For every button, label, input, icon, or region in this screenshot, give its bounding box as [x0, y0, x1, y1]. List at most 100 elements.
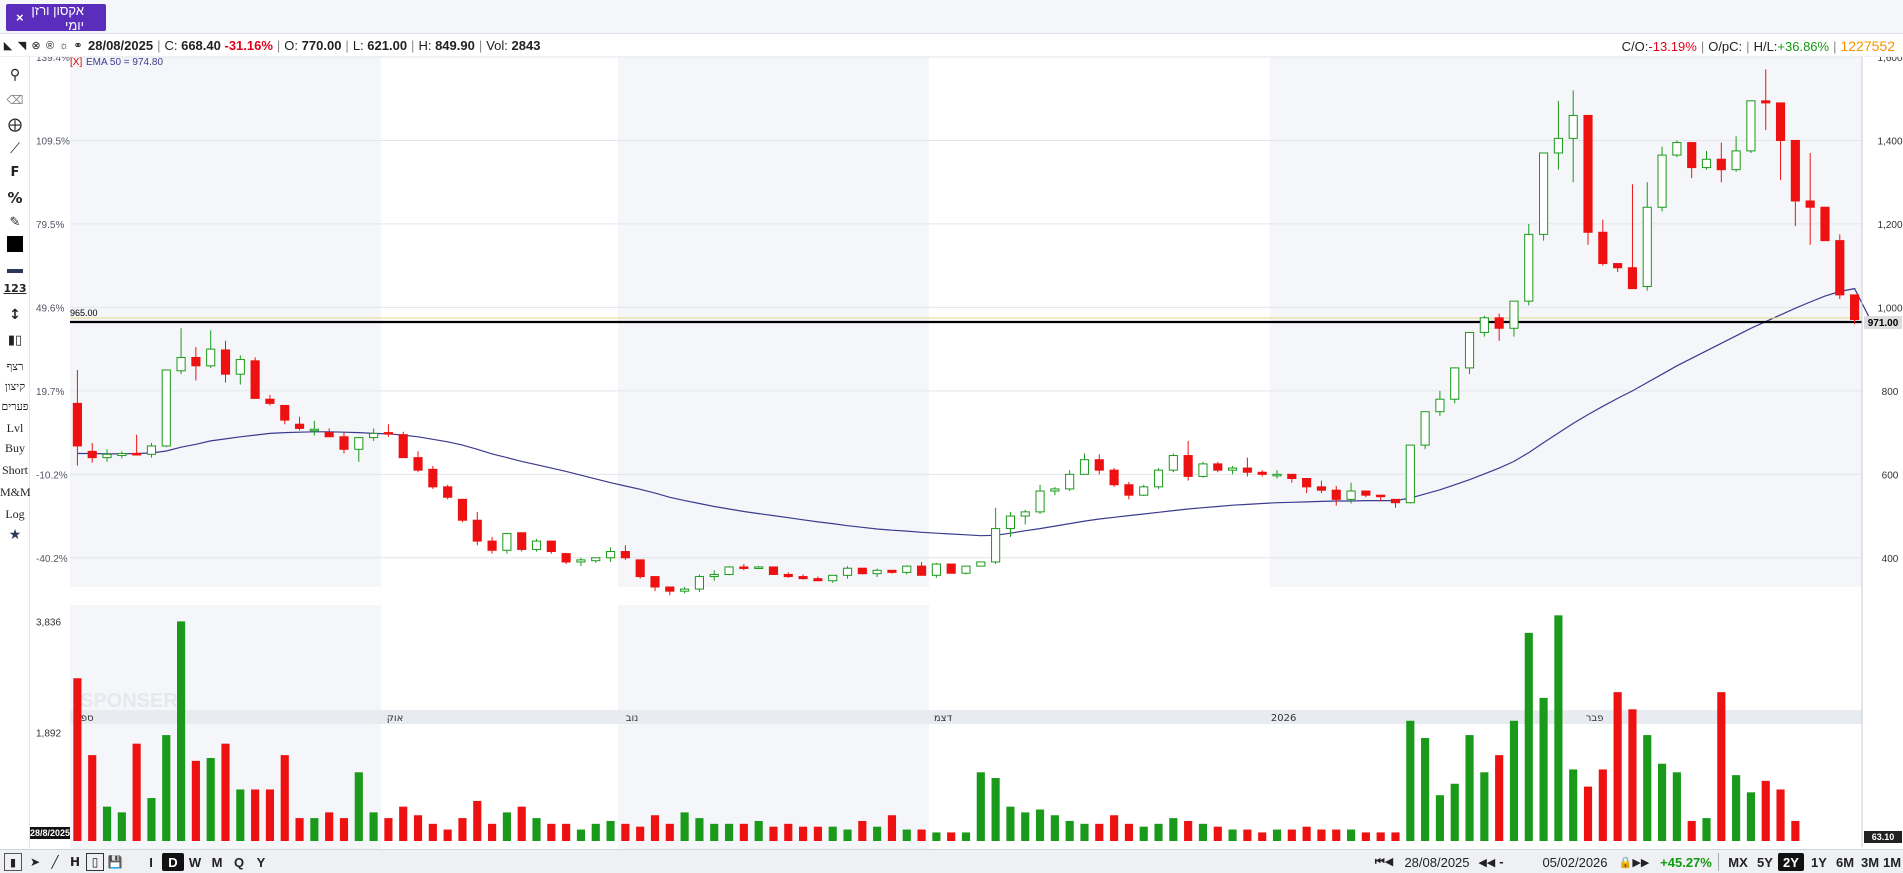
candle-body	[916, 565, 927, 576]
vol-badge: 63.10	[1872, 832, 1895, 842]
volume-bar	[1124, 823, 1133, 841]
select-icon[interactable]: ▯	[86, 853, 104, 871]
nav-prev-icon[interactable]: ◀◀ -	[1476, 853, 1506, 871]
volume-bar	[73, 678, 82, 841]
last-icon[interactable]: 🔒▶▶	[1614, 853, 1654, 871]
candle-body	[991, 528, 1001, 563]
period-Y[interactable]: Y	[250, 853, 272, 871]
candle-body	[1035, 490, 1045, 513]
registered-icon[interactable]: ®	[44, 40, 56, 52]
candle-body	[1539, 152, 1549, 235]
period-M[interactable]: M	[206, 853, 228, 871]
range-1Y[interactable]: 1Y	[1806, 853, 1832, 871]
end-date[interactable]: 05/02/2026	[1540, 853, 1610, 871]
price-chart[interactable]: 400 600 800 1,000 1,200 1,400 1,600 139.4% 109.5…	[0, 57, 1903, 849]
candle-body	[324, 432, 334, 438]
tab-bar: × אקסון ורזן יומי	[0, 0, 1903, 34]
volume-bar	[1346, 829, 1356, 841]
candle-body	[1050, 488, 1060, 492]
info-bar: ◣ ◥ ⊗ ® ☼ ⚭ 28/08/2025 | C: 668.40 -31.1…	[0, 35, 1903, 57]
volume-bar	[369, 812, 378, 841]
volume-bar	[1583, 786, 1593, 841]
candle-body	[605, 551, 616, 559]
pct-tick-label: 79.5%	[36, 220, 64, 231]
volume-tick-label: 3,836	[36, 617, 61, 628]
candle-body	[828, 574, 838, 582]
start-date[interactable]: 28/08/2025	[1402, 853, 1472, 871]
volume-bar	[576, 829, 586, 841]
chart-style-icon[interactable]: ▮	[4, 853, 22, 871]
info-date: 28/08/2025	[88, 38, 154, 53]
volume-bar	[1021, 812, 1030, 841]
counter-value: 1227552	[1840, 38, 1895, 54]
y-tick-label: 1,200	[1877, 220, 1902, 231]
candle-body	[1761, 100, 1771, 104]
volume-bar	[813, 826, 822, 841]
candle-body	[339, 436, 349, 450]
candle-body	[1361, 490, 1371, 496]
range-6M[interactable]: 6M	[1832, 853, 1858, 871]
ema-legend-x: [X]	[70, 57, 82, 68]
horizontal-line-icon[interactable]: H	[66, 853, 84, 871]
volume-bar	[947, 832, 956, 841]
range-3M[interactable]: 3M	[1858, 853, 1882, 871]
volume-bar	[1169, 818, 1178, 841]
close-tab-icon[interactable]: ×	[16, 10, 24, 25]
volume-bar	[1628, 709, 1637, 841]
volume-bar	[1687, 820, 1696, 841]
candle-body	[1405, 444, 1415, 504]
volume-bar	[1554, 615, 1563, 841]
candle-body	[768, 566, 779, 575]
pct-tick-label: -40.2%	[36, 554, 68, 565]
trend-line-icon[interactable]: ╱	[46, 853, 64, 871]
volume-bar	[1421, 737, 1430, 841]
range-2Y[interactable]: 2Y	[1778, 853, 1804, 871]
line-chart-icon[interactable]: ◥	[16, 40, 28, 52]
candle-body	[961, 565, 971, 574]
link-icon[interactable]: ⚭	[72, 40, 84, 52]
ema-legend: EMA 50 = 974.80	[86, 57, 163, 68]
volume-bar	[606, 820, 615, 841]
volume-bar	[1035, 809, 1045, 841]
candle-body	[946, 563, 956, 574]
volume-bar	[591, 823, 600, 841]
candle-body	[206, 348, 216, 367]
close-circle-icon[interactable]: ⊗	[30, 40, 42, 52]
candle-body	[1272, 473, 1282, 477]
volume-bar	[458, 818, 467, 841]
save-icon[interactable]: 💾	[106, 853, 124, 871]
chart-tab[interactable]: × אקסון ורזן יומי	[6, 3, 106, 33]
period-D[interactable]: D	[162, 853, 184, 871]
volume-bar	[1258, 832, 1267, 841]
y-tick-label: 1,600	[1877, 57, 1902, 64]
volume-bar	[1065, 820, 1074, 841]
bottom-toolbar: ▮ ➤ ╱ H ▯ 💾 I D W M Q Y ⏮◀ 28/08/2025 ◀◀…	[0, 849, 1903, 873]
volume-bar	[265, 789, 275, 841]
range-5Y[interactable]: 5Y	[1752, 853, 1778, 871]
candle-body	[398, 434, 408, 459]
period-W[interactable]: W	[184, 853, 206, 871]
candle-body	[1568, 114, 1578, 139]
chart-type-icon[interactable]: ◣	[2, 40, 14, 52]
range-1M[interactable]: 1M	[1882, 853, 1902, 871]
candle-body	[783, 573, 793, 578]
date-badge: 28/8/2025	[30, 828, 70, 838]
candle-body	[1657, 154, 1667, 208]
candle-body	[1005, 515, 1016, 530]
volume-bar	[1406, 720, 1415, 841]
volume-bar	[1598, 769, 1607, 841]
y-tick-label: 600	[1882, 470, 1899, 481]
candle-body	[1716, 158, 1726, 171]
first-icon[interactable]: ⏮◀	[1370, 853, 1398, 871]
settings-icon[interactable]: ☼	[58, 40, 70, 52]
candle-body	[1598, 231, 1608, 265]
cursor-icon[interactable]: ➤	[26, 853, 44, 871]
range-MX[interactable]: MX	[1724, 853, 1752, 871]
period-I[interactable]: I	[140, 853, 162, 871]
volume-bar	[1732, 775, 1741, 841]
volume-bar	[191, 760, 200, 841]
candle-body	[1198, 463, 1208, 477]
period-Q[interactable]: Q	[228, 853, 250, 871]
month-label: 2026	[1271, 713, 1296, 724]
volume-bar	[1509, 720, 1519, 841]
